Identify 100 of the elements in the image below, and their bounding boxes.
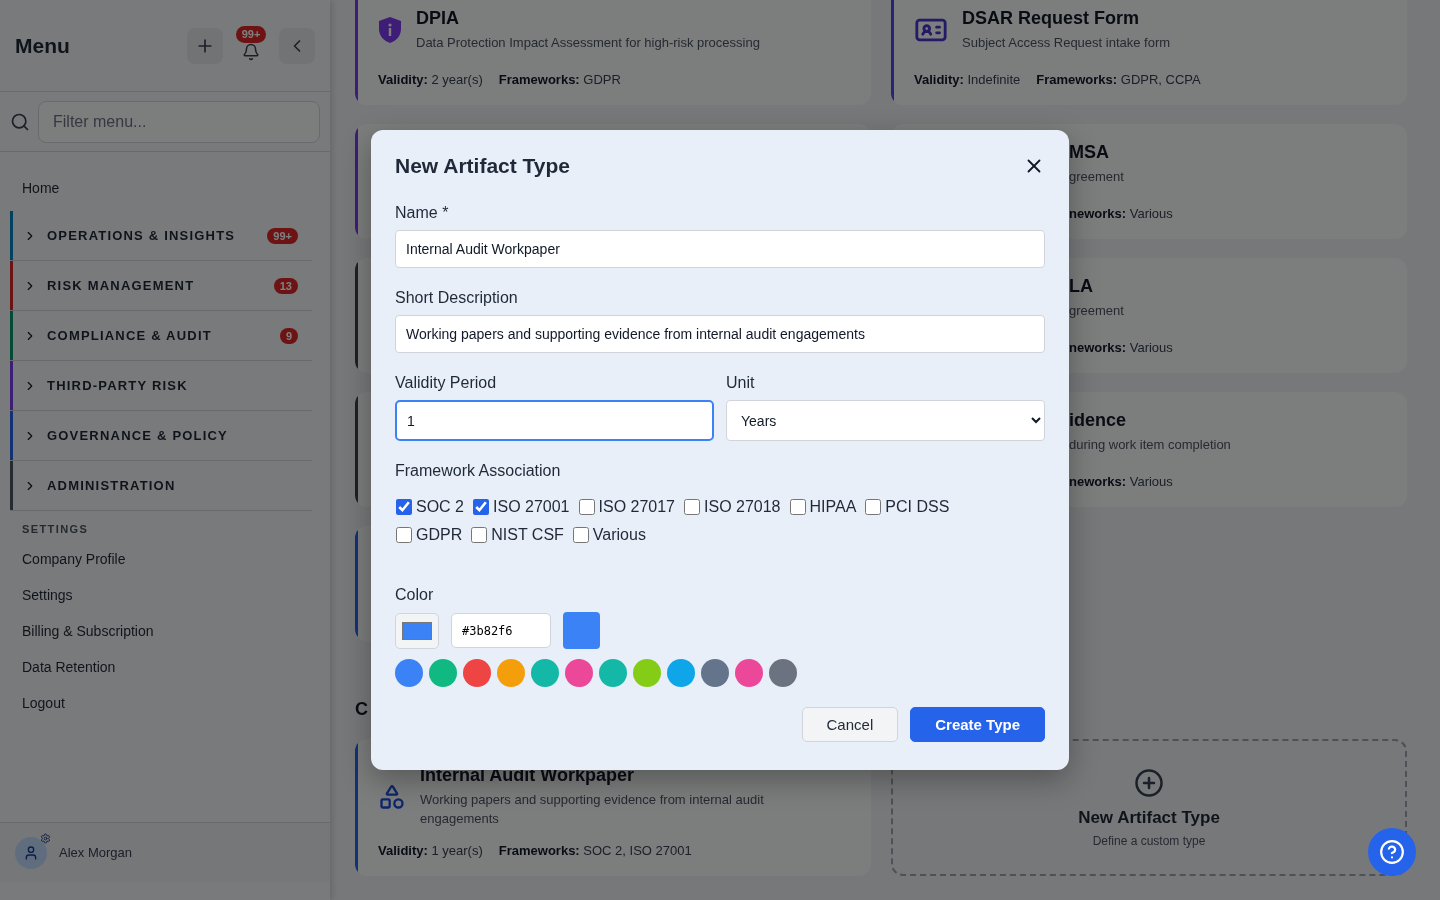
field-label: Validity Period: [395, 374, 498, 392]
card-description: greement: [1069, 168, 1124, 186]
card-description: greement: [1069, 302, 1124, 320]
shield-icon: [378, 16, 402, 44]
hex-field[interactable]: #3b82f6: [451, 613, 551, 648]
color-swatch[interactable]: [735, 659, 763, 687]
nav-item[interactable]: Home: [10, 166, 312, 211]
color-swatch[interactable]: [769, 659, 797, 687]
checkbox-label: NIST CSF: [491, 526, 564, 544]
card-title: New Artifact Type: [1078, 807, 1220, 828]
nav-item[interactable]: Company Profile: [10, 541, 312, 577]
checkbox[interactable]: [789, 499, 806, 515]
filter-field[interactable]: Filter menu...: [38, 100, 320, 143]
nav-group-label: COMPLIANCE & AUDIT: [47, 328, 213, 343]
card-description: Data Protection Impact Assessment for high-risk processing: [416, 34, 760, 52]
avatar[interactable]: [15, 836, 47, 869]
frameworks-text: neworks: Various: [1069, 340, 1173, 355]
nav-item[interactable]: Logout: [10, 685, 312, 721]
color-preview: [563, 612, 600, 649]
count-badge: 99+: [267, 227, 298, 244]
artifact-card[interactable]: DPIA Data Protection Impact Assessment for high-risk processing Validity: 2 year(s) Frameworks: GDPR: [355, 0, 871, 105]
framework-checkbox[interactable]: NIST CSF: [470, 526, 564, 544]
add-button[interactable]: [187, 27, 223, 64]
field-label: Unit: [726, 374, 756, 392]
name-field[interactable]: Internal Audit Workpaper: [395, 230, 1045, 268]
frameworks-text: neworks: Various: [1069, 474, 1173, 489]
section-title: C: [355, 699, 369, 721]
user-icon: [23, 844, 39, 861]
nav-item[interactable]: Settings: [10, 577, 312, 613]
checkbox[interactable]: [572, 527, 589, 543]
checkbox[interactable]: [865, 499, 882, 515]
color-swatch[interactable]: [531, 659, 559, 687]
framework-checkbox[interactable]: HIPAA: [788, 498, 857, 516]
validity-field[interactable]: 1: [395, 400, 714, 441]
nav-group-label: ADMINISTRATION: [47, 478, 177, 493]
framework-checkbox[interactable]: Various: [571, 526, 646, 544]
artifact-card[interactable]: DSAR Request Form Subject Access Request intake form Validity: Indefinite Frameworks: GDPR, CCPA: [891, 0, 1407, 105]
validity-text: Validity: Indefinite: [914, 72, 1021, 87]
frameworks-text: Frameworks: GDPR: [498, 72, 621, 87]
nav-group[interactable]: COMPLIANCE & AUDIT 9: [10, 311, 312, 361]
card-title: DPIA: [416, 8, 460, 29]
color-swatch[interactable]: [565, 659, 593, 687]
field-label: Color: [395, 586, 435, 604]
unit-select[interactable]: Years: [726, 400, 1045, 441]
framework-checkbox[interactable]: ISO 27018: [683, 498, 781, 516]
user-name: Alex Morgan: [59, 845, 132, 860]
cancel-button[interactable]: Cancel: [801, 707, 899, 742]
nav-item[interactable]: Billing & Subscription: [10, 613, 312, 649]
notifications-button[interactable]: [241, 43, 261, 61]
card-title: idence: [1069, 410, 1128, 431]
color-swatch[interactable]: [497, 659, 525, 687]
card-title: DSAR Request Form: [962, 8, 1141, 29]
field-label: Short Description: [395, 289, 519, 307]
checkbox[interactable]: [396, 499, 412, 515]
add-icon: [1134, 767, 1164, 798]
nav-group-label: THIRD-PARTY RISK: [47, 378, 189, 393]
card-description: Working papers and supporting evidence from internal audit engagements: [420, 791, 765, 828]
nav-group-label: OPERATIONS & INSIGHTS: [47, 228, 237, 243]
nav-group[interactable]: GOVERNANCE & POLICY: [10, 411, 312, 461]
framework-checkbox[interactable]: SOC 2: [395, 498, 464, 516]
checkbox[interactable]: [473, 499, 489, 515]
card-description: Subject Access Request intake form: [962, 34, 1171, 52]
nav-group[interactable]: ADMINISTRATION: [10, 461, 312, 511]
checkbox[interactable]: [578, 499, 595, 515]
checkbox[interactable]: [684, 499, 700, 515]
nav-group[interactable]: RISK MANAGEMENT 13: [10, 261, 312, 311]
nav-group[interactable]: THIRD-PARTY RISK: [10, 361, 312, 411]
checkbox[interactable]: [471, 527, 488, 543]
color-swatch[interactable]: [701, 659, 729, 687]
help-button[interactable]: [1368, 828, 1416, 876]
validity-text: Validity: 1 year(s): [378, 843, 483, 858]
bell-icon: [242, 43, 260, 61]
color-swatch[interactable]: [395, 659, 423, 687]
nav-item[interactable]: Data Retention: [10, 649, 312, 685]
checkbox-label: SOC 2: [416, 498, 464, 516]
color-swatch[interactable]: [667, 659, 695, 687]
color-swatch[interactable]: [633, 659, 661, 687]
section-heading: SETTINGS: [21, 522, 90, 537]
description-field[interactable]: Working papers and supporting evidence from internal audit engagements: [395, 315, 1045, 353]
nav-group[interactable]: OPERATIONS & INSIGHTS 99+: [10, 211, 312, 261]
checkbox-label: ISO 27001: [493, 498, 570, 516]
checkbox-label: GDPR: [416, 526, 463, 544]
color-swatch[interactable]: [463, 659, 491, 687]
color-swatch[interactable]: [599, 659, 627, 687]
count-badge: 9: [279, 327, 298, 344]
frameworks-text: Frameworks: GDPR, CCPA: [1036, 72, 1201, 87]
checkbox-label: ISO 27018: [704, 498, 781, 516]
checkbox-label: HIPAA: [809, 498, 857, 516]
card-title: MSA: [1069, 142, 1110, 163]
card-title: LA: [1069, 276, 1094, 297]
search-icon: [10, 111, 30, 132]
count-badge: 13: [273, 277, 298, 294]
color-swatch[interactable]: [429, 659, 457, 687]
framework-checkbox[interactable]: GDPR: [395, 526, 463, 544]
framework-checkbox[interactable]: ISO 27017: [577, 498, 675, 516]
checkbox[interactable]: [396, 527, 412, 543]
framework-checkbox[interactable]: ISO 27001: [472, 498, 570, 516]
create-button[interactable]: Create Type: [910, 707, 1045, 742]
color-picker[interactable]: [395, 612, 439, 649]
help-icon: [1379, 839, 1405, 865]
